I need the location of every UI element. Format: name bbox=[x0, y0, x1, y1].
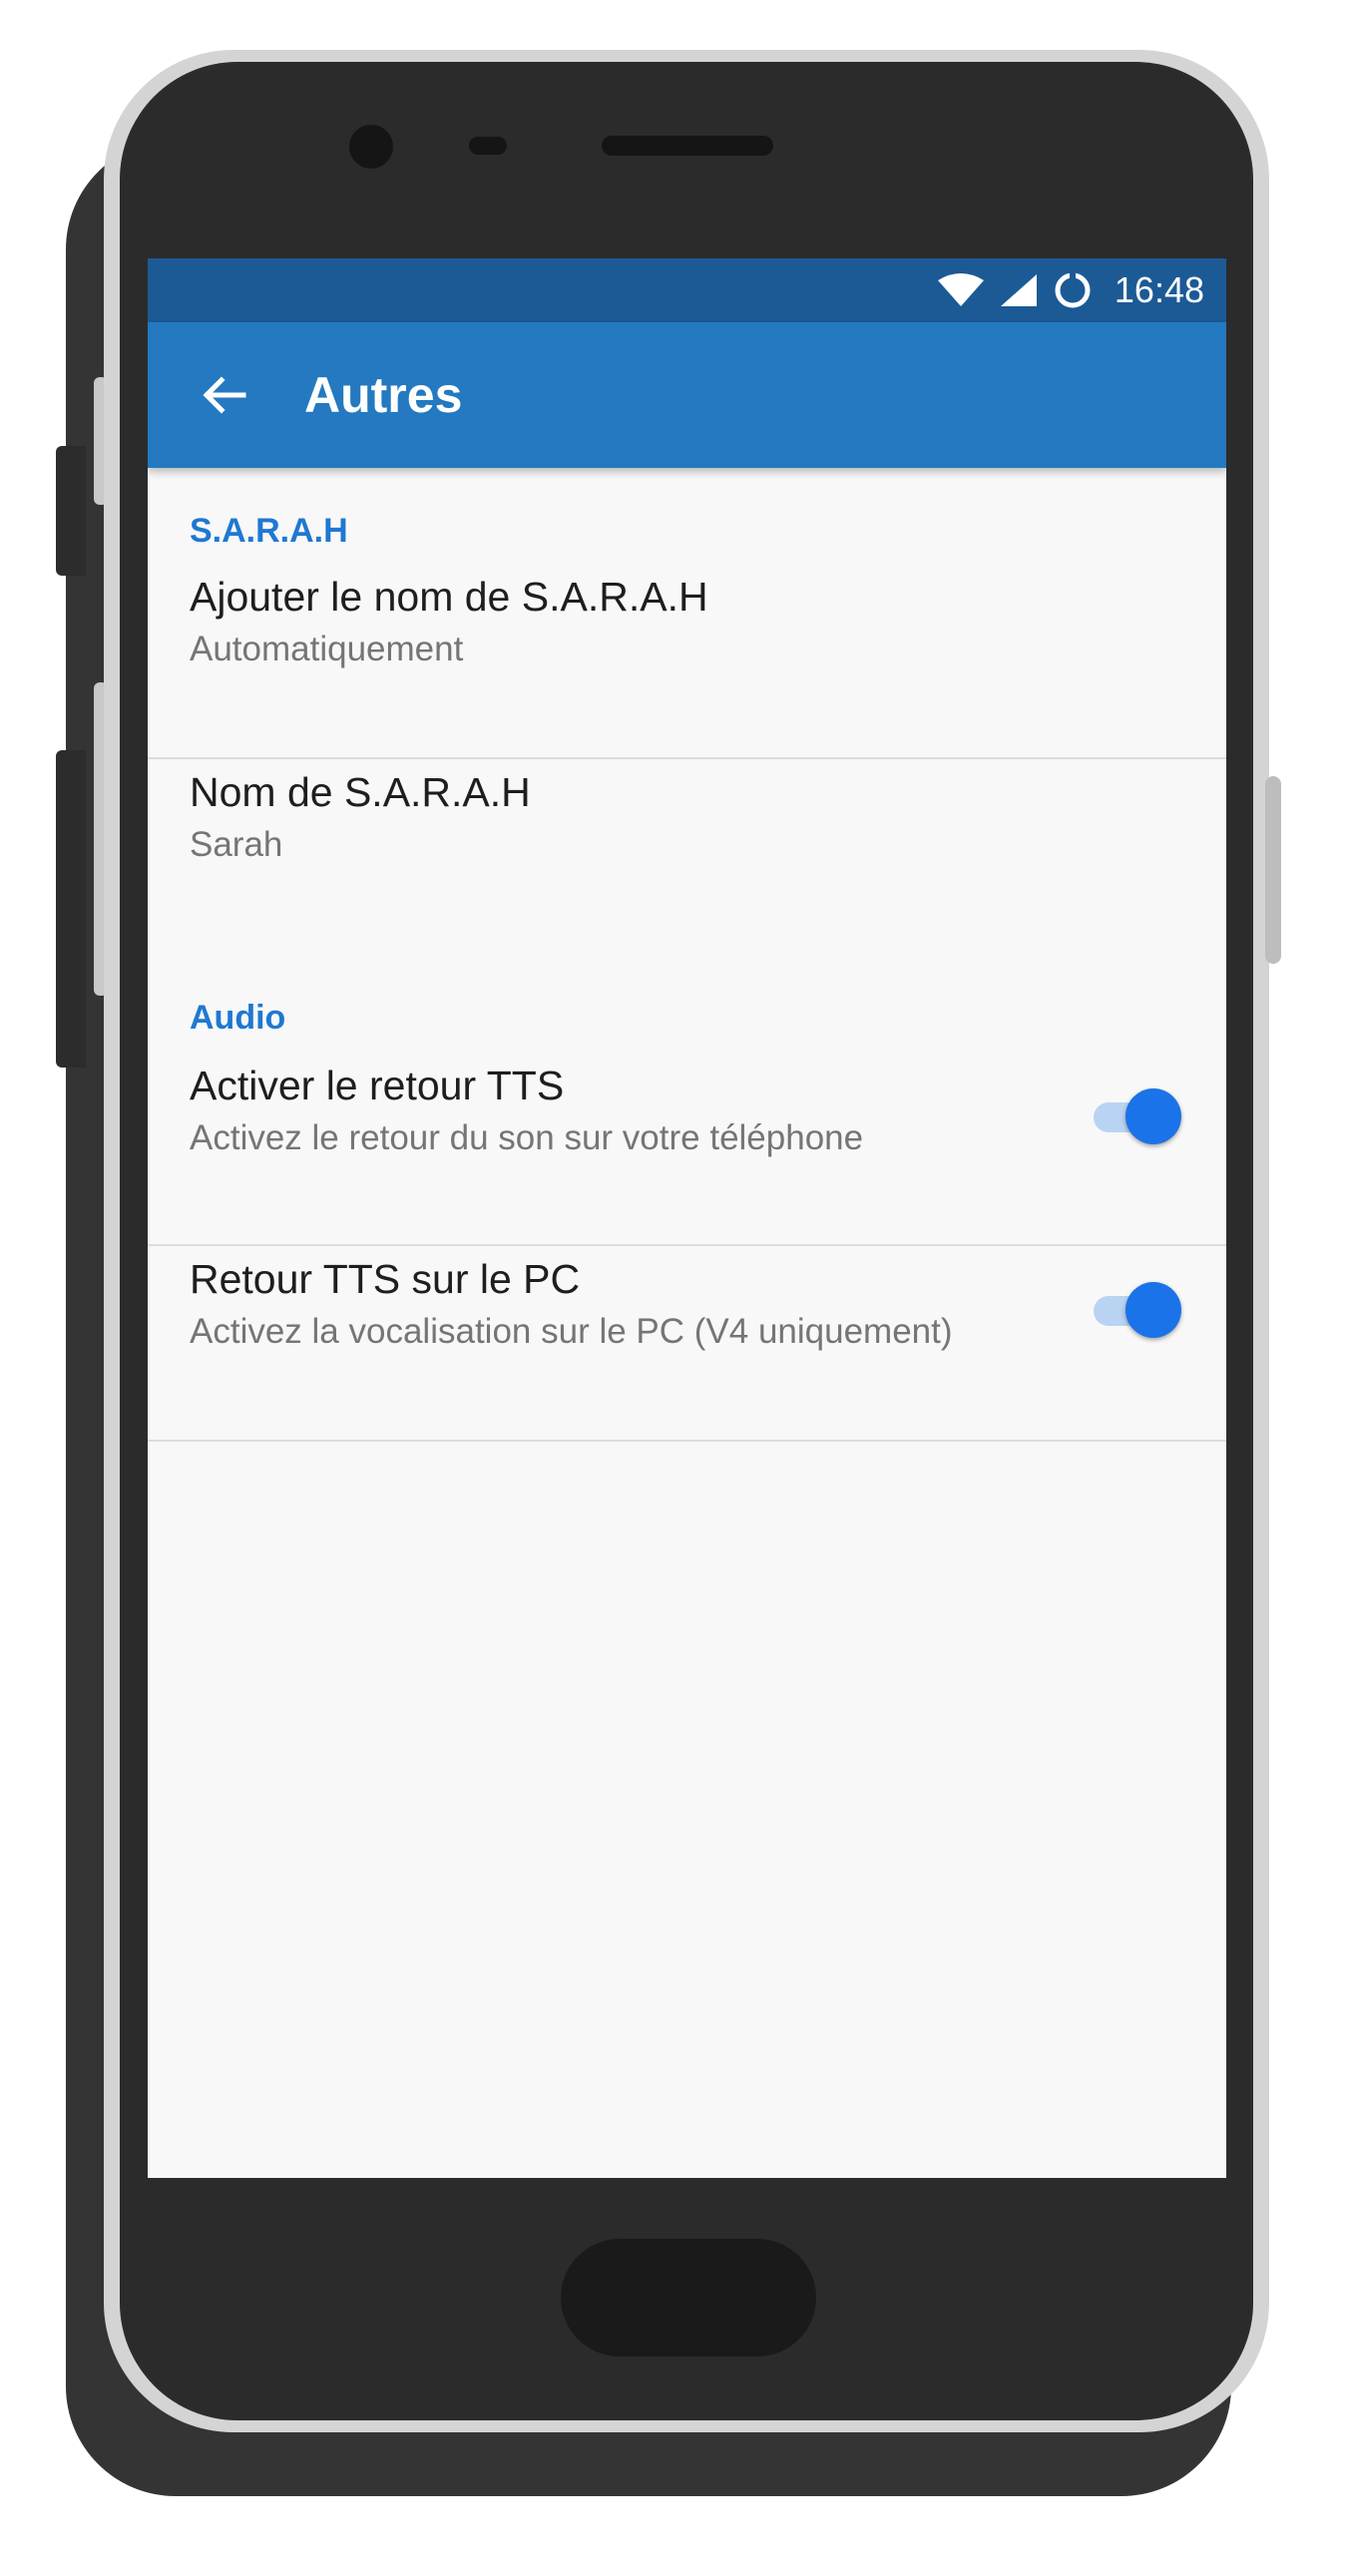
proximity-sensor bbox=[469, 137, 507, 155]
side-rail-right bbox=[1265, 776, 1281, 964]
earpiece-speaker bbox=[602, 136, 773, 156]
pref-summary: Activez la vocalisation sur le PC (V4 un… bbox=[190, 1312, 953, 1351]
status-icons: 16:48 bbox=[937, 258, 1204, 322]
screen: 16:48 Autres S.A.R.A.H Ajouter le nom de… bbox=[148, 258, 1226, 2178]
pref-summary: Automatiquement bbox=[190, 630, 464, 668]
device-mockup: 16:48 Autres S.A.R.A.H Ajouter le nom de… bbox=[0, 0, 1346, 2576]
arrow-back-icon[interactable] bbox=[196, 367, 251, 423]
app-bar: Autres bbox=[148, 322, 1226, 468]
volume-button bbox=[56, 446, 86, 576]
pref-add-name[interactable]: Ajouter le nom de S.A.R.A.H Automatiquem… bbox=[148, 564, 1226, 757]
status-bar: 16:48 bbox=[148, 258, 1226, 322]
toggle-thumb bbox=[1125, 1282, 1181, 1338]
sync-icon bbox=[1055, 272, 1091, 308]
pref-summary: Activez le retour du son sur votre télép… bbox=[190, 1118, 864, 1157]
pref-sarah-name[interactable]: Nom de S.A.R.A.H Sarah bbox=[148, 759, 1226, 953]
pref-title: Retour TTS sur le PC bbox=[190, 1256, 581, 1302]
section-header-audio: Audio bbox=[190, 999, 286, 1037]
pref-title: Nom de S.A.R.A.H bbox=[190, 769, 531, 815]
section-header-sarah: S.A.R.A.H bbox=[190, 512, 348, 550]
toggle-thumb bbox=[1125, 1088, 1181, 1144]
divider bbox=[148, 1440, 1226, 1442]
front-camera bbox=[349, 125, 393, 169]
cell-signal-icon bbox=[1000, 274, 1037, 306]
pref-tts-pc[interactable]: Retour TTS sur le PC Activez la vocalisa… bbox=[148, 1246, 1226, 1440]
pref-tts-phone[interactable]: Activer le retour TTS Activez le retour … bbox=[148, 1053, 1226, 1246]
pref-summary: Sarah bbox=[190, 825, 283, 864]
tts-phone-toggle[interactable] bbox=[1090, 1088, 1181, 1144]
tts-pc-toggle[interactable] bbox=[1090, 1282, 1181, 1338]
home-button[interactable] bbox=[561, 2239, 816, 2357]
power-button bbox=[56, 750, 86, 1068]
pref-title: Ajouter le nom de S.A.R.A.H bbox=[190, 574, 708, 620]
pref-title: Activer le retour TTS bbox=[190, 1063, 565, 1108]
wifi-icon bbox=[937, 273, 984, 306]
status-time: 16:48 bbox=[1114, 269, 1204, 310]
page-title: Autres bbox=[304, 367, 463, 423]
